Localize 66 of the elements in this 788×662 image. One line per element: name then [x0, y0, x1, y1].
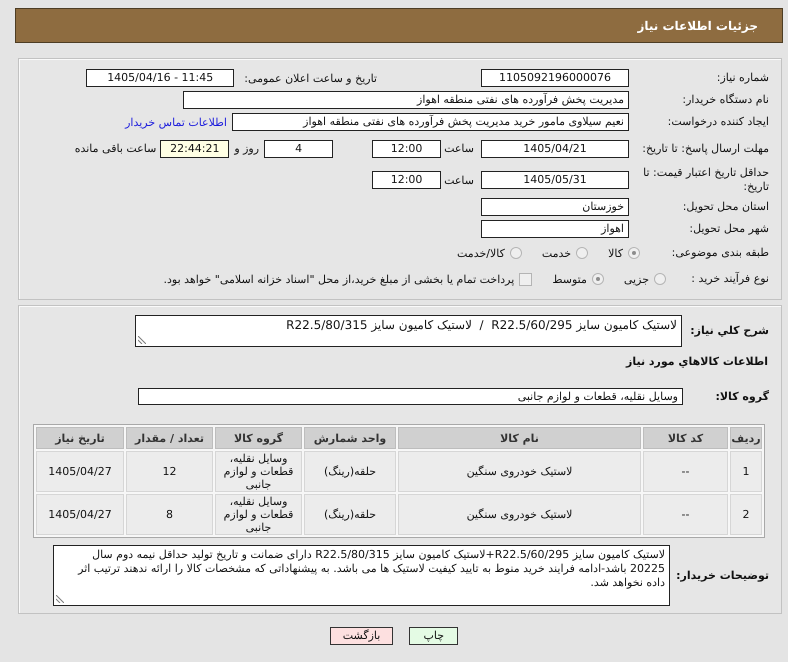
field-label: طبقه بندی موضوعی:	[670, 246, 770, 260]
group-cell: وسایل نقلیه، قطعات و لوازم جانبی	[215, 494, 302, 535]
field-label: ایجاد کننده درخواست:	[666, 115, 770, 129]
quantity-cell: 12	[126, 451, 213, 492]
time-field[interactable]: 12:00	[372, 171, 442, 189]
province-field[interactable]: خوزستان	[481, 198, 629, 216]
field-label: روز و	[234, 142, 260, 155]
row-number-cell: 1	[730, 451, 762, 492]
date-field[interactable]: 1405/05/31	[481, 171, 629, 189]
group-cell: وسایل نقلیه، قطعات و لوازم جانبی	[215, 451, 302, 492]
field-label: ساعت	[444, 174, 474, 186]
field-label: شرح کلي نياز:	[689, 324, 770, 338]
option-label: کالا	[608, 246, 623, 260]
goods-group-field[interactable]: وسایل نقلیه، قطعات و لوازم جانبی	[138, 388, 683, 405]
field-label: تاریخ و ساعت اعلان عمومی:	[244, 72, 377, 84]
announce-date-field[interactable]: 1405/04/16 - 11:45	[86, 69, 234, 87]
print-button[interactable]: چاپ	[409, 627, 458, 645]
buyer-field[interactable]: مدیریت پخش فرآورده های نفتی منطقه اهواز	[183, 91, 629, 109]
column-header: تعداد / مقدار	[126, 427, 213, 449]
checkbox-label: پرداخت تمام یا بخشی از مبلغ خرید،از محل "اسناد خزانه اسلامی" خواهد بود.	[164, 272, 514, 286]
page-title: جزئیات اطلاعات نیاز	[637, 18, 758, 32]
column-header: تاریخ نیاز	[36, 427, 124, 449]
column-header: نام کالا	[398, 427, 641, 449]
date-cell: 1405/04/27	[36, 494, 124, 535]
field-label: مهلت ارسال پاسخ: تا تاریخ:	[641, 142, 770, 156]
quantity-cell: 8	[126, 494, 213, 535]
date-field[interactable]: 1405/04/21	[481, 140, 629, 158]
section-title: اطلاعات کالاهاي مورد نياز	[626, 355, 769, 369]
time-field[interactable]: 12:00	[372, 140, 442, 158]
option-label: متوسط	[552, 272, 587, 286]
option-label: خدمت	[542, 246, 572, 260]
field-label: گروه کالا:	[714, 390, 770, 404]
option-label: کالا/خدمت	[457, 246, 505, 260]
code-cell: --	[643, 451, 728, 492]
buyer-notes-field[interactable]: لاستیک کامیون سایز R22.5/60/295+لاستیک کامیون سایز R22.5/80/315 دارای ضمانت و تاریخ تولید حداقل نیمه دوم سال 20225 باشد-ادامه فرایند خرید منوط به تایید کیفیت لاستیک ها می باشد. به پیشنهاداتی که مشخصات کالا را ارائه ندهند ترتیب اثر داده نخواهد شد.	[53, 545, 670, 606]
name-cell: لاستیک خودروی سنگین	[398, 494, 641, 535]
unit-cell: حلقه(رینگ)	[304, 451, 396, 492]
row-number-cell: 2	[730, 494, 762, 535]
summary-field[interactable]: لاستیک کامیون سایز R22.5/60/295 / لاستیک کامیون سایز R22.5/80/315	[135, 315, 682, 347]
need-number-field[interactable]: 1105092196000076	[481, 69, 629, 87]
field-label: شماره نیاز:	[716, 71, 770, 85]
field-label: توضیحات خریدار:	[675, 568, 770, 582]
name-cell: لاستیک خودروی سنگین	[398, 451, 641, 492]
creator-field[interactable]: نعیم سیلاوی مامور خرید مدیریت پخش فرآورده های نفتی منطقه اهواز	[232, 113, 629, 131]
field-label: ساعت	[444, 142, 474, 155]
city-field[interactable]: اهواز	[481, 220, 629, 238]
column-header: کد کالا	[643, 427, 728, 449]
option-label: جزیی	[624, 272, 649, 286]
column-header: ردیف	[730, 427, 762, 449]
contact-link[interactable]: اطلاعات تماس خریدار	[125, 116, 227, 128]
column-header: واحد شمارش	[304, 427, 396, 449]
field-label: حداقل تاریخ اعتبار قیمت: تا تاریخ:	[642, 166, 770, 194]
remaining-time-field[interactable]: 22:44:21	[160, 140, 230, 158]
field-label: نوع فرآیند خرید :	[690, 272, 770, 286]
field-label: نام دستگاه خریدار:	[681, 93, 770, 107]
field-label: استان محل تحویل:	[682, 200, 770, 214]
date-cell: 1405/04/27	[36, 451, 124, 492]
code-cell: --	[643, 494, 728, 535]
resize-grip-icon[interactable]	[56, 595, 64, 603]
days-field[interactable]: 4	[264, 140, 334, 158]
resize-grip-icon[interactable]	[138, 336, 146, 344]
unit-cell: حلقه(رینگ)	[304, 494, 396, 535]
field-label: ساعت باقی مانده	[74, 142, 156, 155]
back-button[interactable]: بازگشت	[330, 627, 394, 645]
field-label: شهر محل تحویل:	[688, 222, 770, 236]
column-header: گروه کالا	[215, 427, 302, 449]
